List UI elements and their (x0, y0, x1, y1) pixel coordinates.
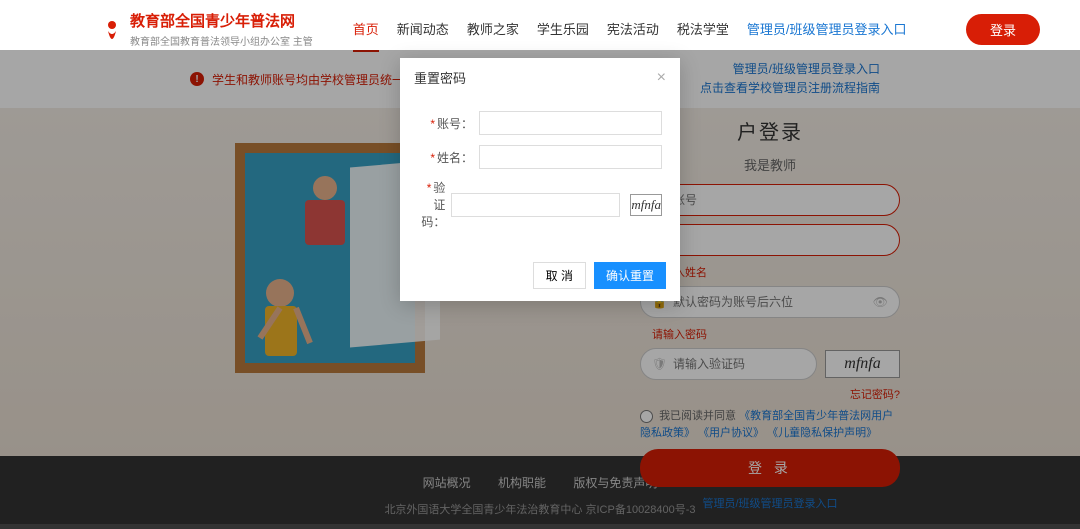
nav-home[interactable]: 首页 (353, 7, 379, 52)
modal-account-input[interactable] (479, 111, 662, 135)
confirm-reset-button[interactable]: 确认重置 (594, 262, 666, 289)
cancel-button[interactable]: 取 消 (533, 262, 586, 289)
modal-captcha-input[interactable] (451, 193, 620, 217)
header: 教育部全国青少年普法网 教育部全国教育普法领导小组办公室 主管 首页 新闻动态 … (0, 0, 1080, 50)
login-button[interactable]: 登录 (966, 14, 1040, 45)
reset-password-modal: 重置密码 × 账号： 姓名： 验证码： mfnfa 取 消 确认重置 (400, 58, 680, 301)
brand-subtitle: 教育部全国教育普法领导小组办公室 主管 (130, 33, 313, 48)
nav-student[interactable]: 学生乐园 (537, 7, 589, 52)
brand-title: 教育部全国青少年普法网 (130, 10, 313, 31)
nav-admin-login[interactable]: 管理员/班级管理员登录入口 (747, 7, 907, 52)
modal-name-label: 姓名： (418, 149, 473, 166)
modal-captcha-image[interactable]: mfnfa (630, 194, 662, 216)
main-nav: 首页 新闻动态 教师之家 学生乐园 宪法活动 税法学堂 管理员/班级管理员登录入… (353, 7, 907, 52)
modal-captcha-label: 验证码： (418, 179, 445, 230)
logo-area: 教育部全国青少年普法网 教育部全国教育普法领导小组办公室 主管 (100, 10, 313, 48)
nav-news[interactable]: 新闻动态 (397, 7, 449, 52)
nav-constitution[interactable]: 宪法活动 (607, 7, 659, 52)
nav-tax[interactable]: 税法学堂 (677, 7, 729, 52)
modal-title: 重置密码 (414, 68, 466, 87)
brand-mascot-icon (100, 17, 124, 41)
modal-name-input[interactable] (479, 145, 662, 169)
close-icon[interactable]: × (657, 69, 666, 87)
modal-account-label: 账号： (418, 115, 473, 132)
nav-teacher[interactable]: 教师之家 (467, 7, 519, 52)
